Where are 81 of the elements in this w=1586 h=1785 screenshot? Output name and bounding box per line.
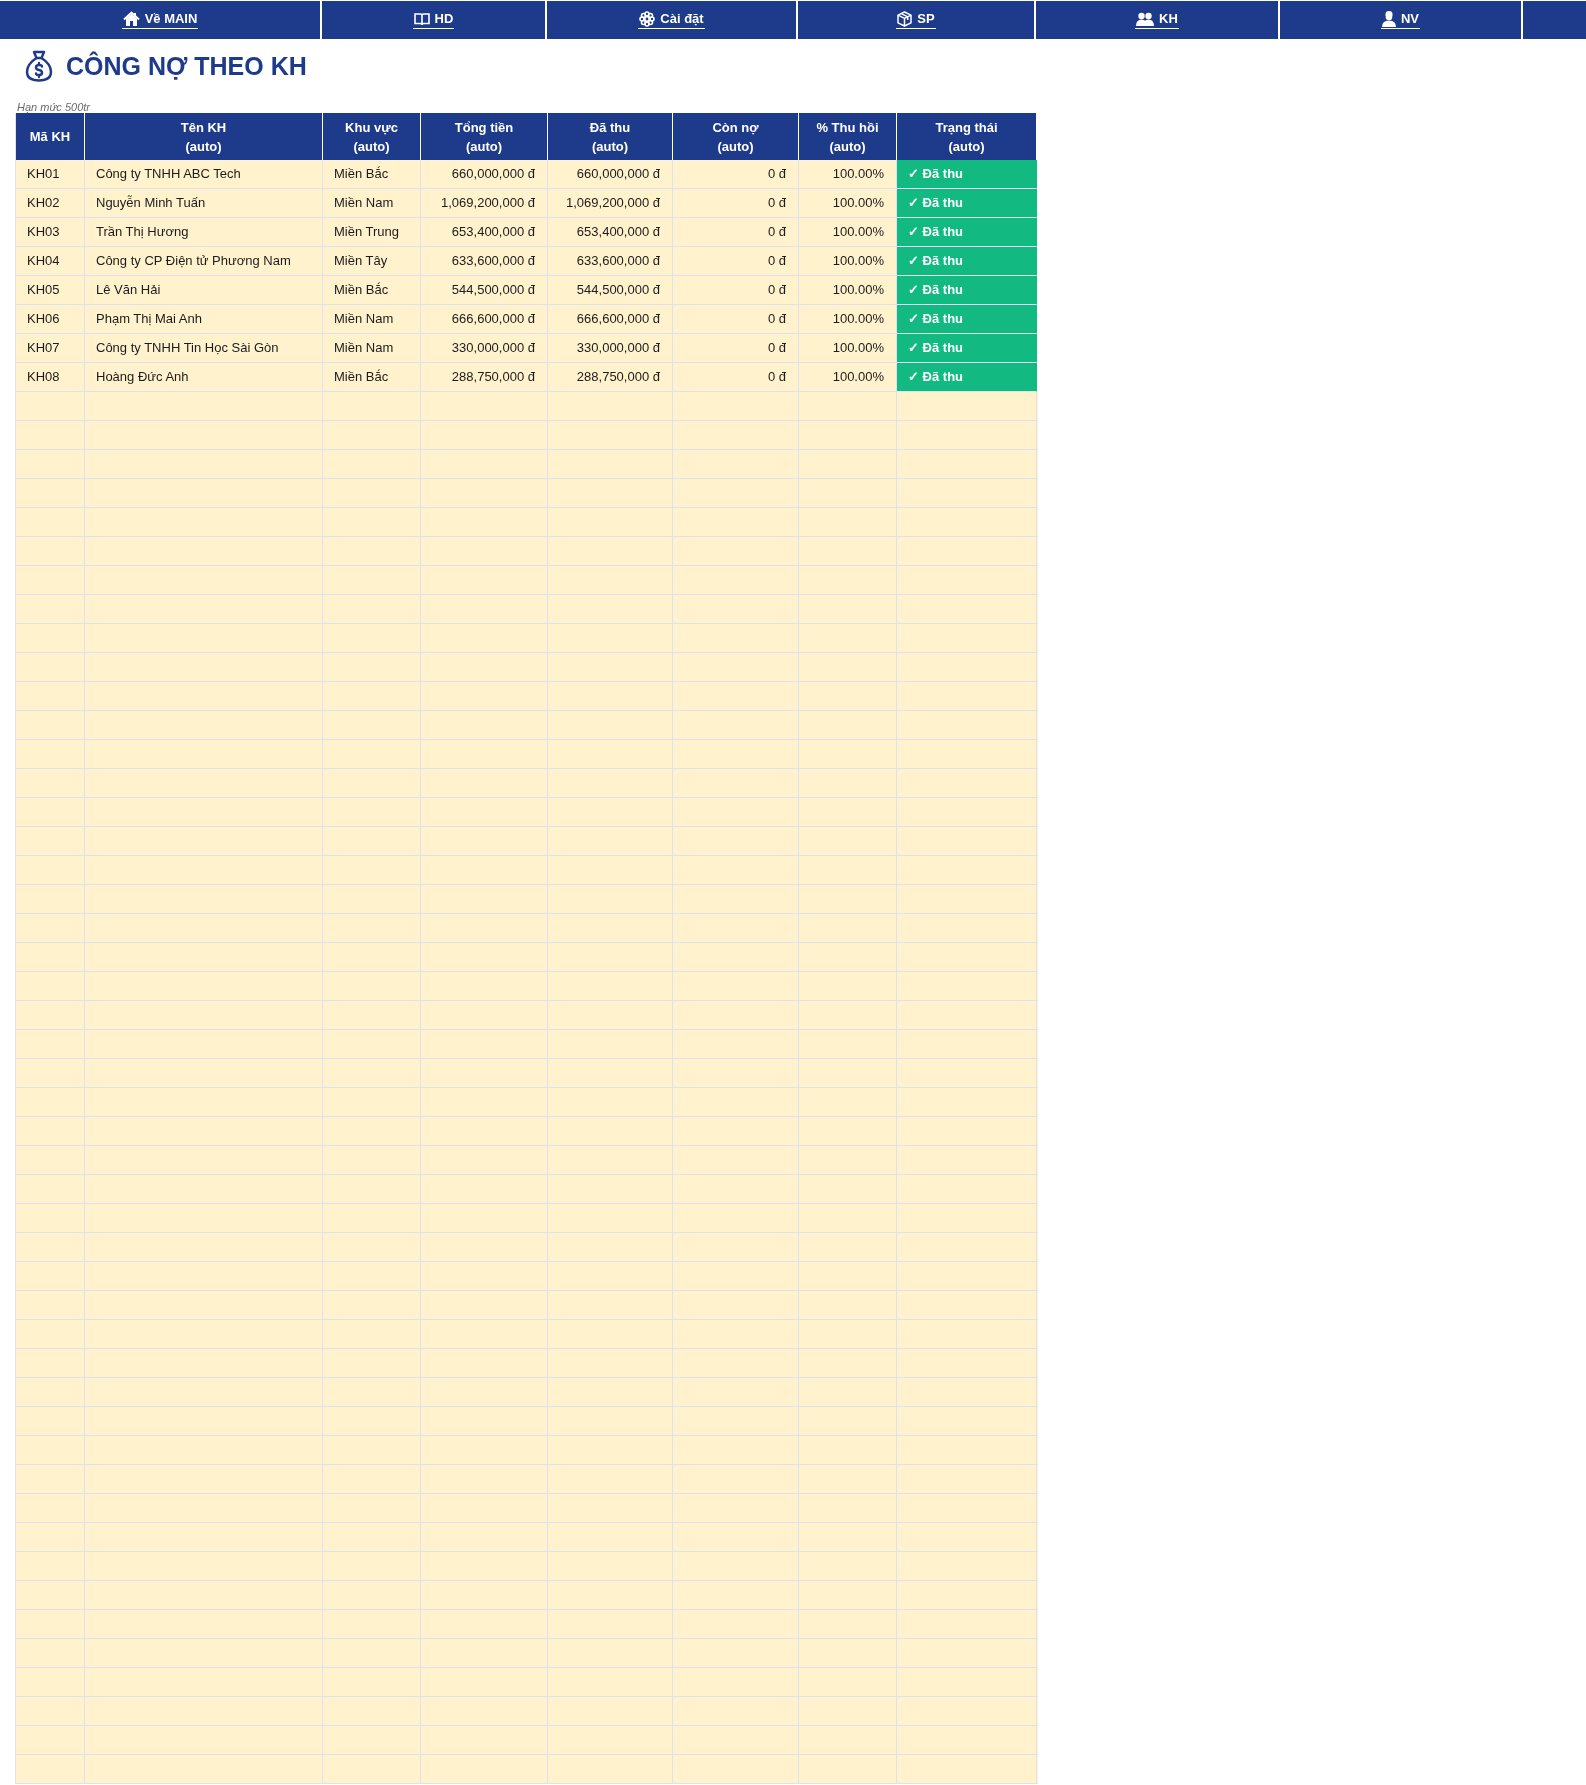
table-cell: Nguyễn Minh Tuấn: [85, 189, 323, 218]
table-cell: 666,600,000 đ: [421, 305, 548, 334]
money-bag-icon: [25, 50, 53, 82]
table-cell: Công ty TNHH ABC Tech: [85, 160, 323, 189]
column-header: Khu vực (auto): [323, 113, 421, 160]
table-cell: 653,400,000 đ: [548, 218, 673, 247]
table-cell: 100.00%: [799, 189, 897, 218]
table-cell: 633,600,000 đ: [548, 247, 673, 276]
table-cell: Công ty TNHH Tin Học Sài Gòn: [85, 334, 323, 363]
table-cell: 288,750,000 đ: [548, 363, 673, 392]
table-cell: KH04: [16, 247, 85, 276]
status-cell: ✓ Đã thu: [897, 247, 1037, 276]
table-cell: 288,750,000 đ: [421, 363, 548, 392]
table-cell: Công ty CP Điện tử Phương Nam: [85, 247, 323, 276]
people-icon: [1136, 12, 1155, 26]
table-cell: Miền Trung: [323, 218, 421, 247]
person-icon: [1381, 11, 1396, 27]
column-header: Đã thu (auto): [548, 113, 673, 160]
gear-icon: [639, 11, 656, 27]
table-cell: Miền Bắc: [323, 363, 421, 392]
table-cell: KH02: [16, 189, 85, 218]
table-cell: 0 đ: [673, 363, 799, 392]
column-header: Tổng tiền (auto): [421, 113, 548, 160]
table-cell: 660,000,000 đ: [421, 160, 548, 189]
table-cell: Hoàng Đức Anh: [85, 363, 323, 392]
table-cell: 330,000,000 đ: [421, 334, 548, 363]
table-cell: 100.00%: [799, 334, 897, 363]
table-cell: 100.00%: [799, 276, 897, 305]
column-header: Tên KH (auto): [85, 113, 323, 160]
table-cell: 0 đ: [673, 160, 799, 189]
column-header: % Thu hồi (auto): [799, 113, 897, 160]
status-cell: ✓ Đã thu: [897, 334, 1037, 363]
limit-note: Hạn mức 500tr: [17, 101, 90, 113]
page-title: CÔNG NỢ THEO KH: [66, 51, 307, 81]
table-cell: 0 đ: [673, 276, 799, 305]
table-cell: 0 đ: [673, 218, 799, 247]
book-icon: [413, 12, 430, 26]
status-cell: ✓ Đã thu: [897, 218, 1037, 247]
table-cell: 653,400,000 đ: [421, 218, 548, 247]
table-cell: Phạm Thị Mai Anh: [85, 305, 323, 334]
table-cell: 100.00%: [799, 218, 897, 247]
table-cell: 0 đ: [673, 305, 799, 334]
table-cell: 0 đ: [673, 189, 799, 218]
table-cell: KH03: [16, 218, 85, 247]
table-cell: 1,069,200,000 đ: [421, 189, 548, 218]
table-cell: 544,500,000 đ: [421, 276, 548, 305]
table-cell: KH05: [16, 276, 85, 305]
table-cell: 666,600,000 đ: [548, 305, 673, 334]
table-cell: 100.00%: [799, 363, 897, 392]
column-header: Còn nợ (auto): [673, 113, 799, 160]
status-cell: ✓ Đã thu: [897, 276, 1037, 305]
table-cell: 660,000,000 đ: [548, 160, 673, 189]
table-cell: Miền Bắc: [323, 160, 421, 189]
status-cell: ✓ Đã thu: [897, 363, 1037, 392]
column-header: Mã KH: [16, 113, 85, 160]
house-icon: [122, 11, 140, 27]
table-cell: Miền Bắc: [323, 276, 421, 305]
table-cell: Trần Thị Hương: [85, 218, 323, 247]
table-cell: Miền Nam: [323, 305, 421, 334]
table-cell: Lê Văn Hải: [85, 276, 323, 305]
table-cell: 100.00%: [799, 247, 897, 276]
table-cell: KH06: [16, 305, 85, 334]
table-cell: 330,000,000 đ: [548, 334, 673, 363]
table-cell: Miền Tây: [323, 247, 421, 276]
column-header: Trạng thái (auto): [897, 113, 1037, 160]
table-cell: 0 đ: [673, 247, 799, 276]
table-cell: Miền Nam: [323, 189, 421, 218]
table-cell: 100.00%: [799, 160, 897, 189]
status-cell: ✓ Đã thu: [897, 189, 1037, 218]
table-cell: KH08: [16, 363, 85, 392]
cube-icon: [897, 11, 913, 27]
table-cell: Miền Nam: [323, 334, 421, 363]
table-cell: 633,600,000 đ: [421, 247, 548, 276]
status-cell: ✓ Đã thu: [897, 160, 1037, 189]
table-cell: KH07: [16, 334, 85, 363]
status-cell: ✓ Đã thu: [897, 305, 1037, 334]
table-cell: 1,069,200,000 đ: [548, 189, 673, 218]
table-cell: 100.00%: [799, 305, 897, 334]
table-cell: 0 đ: [673, 334, 799, 363]
table-cell: 544,500,000 đ: [548, 276, 673, 305]
table-cell: KH01: [16, 160, 85, 189]
